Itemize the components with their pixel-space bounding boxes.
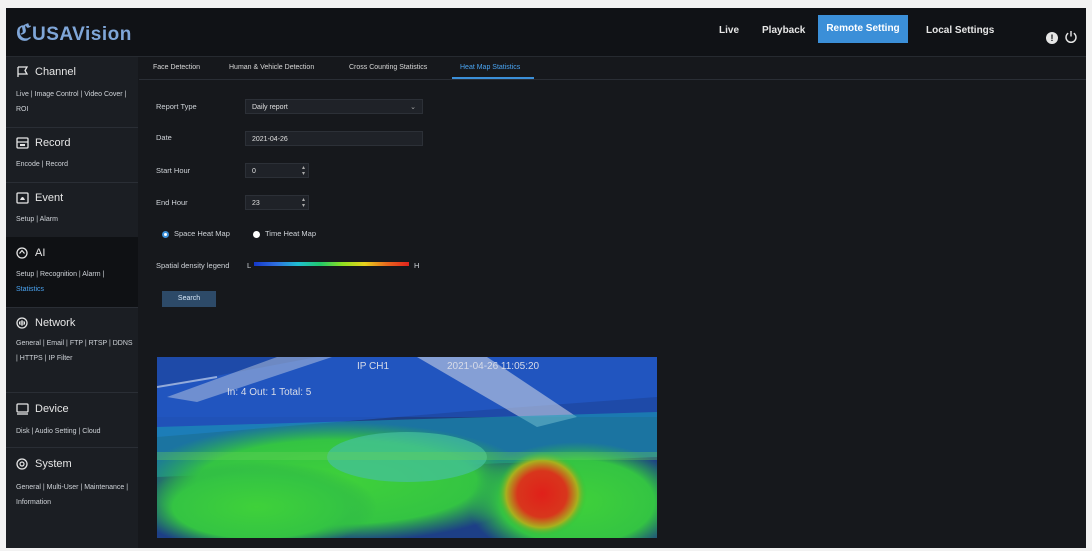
heat-map-graphic — [157, 357, 657, 538]
tab-cross-counting-statistics[interactable]: Cross Counting Statistics — [349, 64, 427, 71]
date-label: Date — [156, 133, 172, 142]
system-icon — [16, 458, 28, 470]
sidebar-link-statistics[interactable]: Statistics — [16, 286, 44, 293]
tab-human-vehicle-detection[interactable]: Human & Vehicle Detection — [229, 64, 314, 71]
osd-datetime: 2021-04-26 11:05:20 — [447, 361, 540, 372]
nav-live[interactable]: Live — [719, 25, 739, 36]
sidebar-section-event: Event Setup | Alarm — [6, 182, 138, 238]
tab-bar: Face Detection Human & Vehicle Detection… — [139, 57, 1086, 80]
active-tab-indicator — [452, 77, 534, 79]
sidebar-section-ai: AI Setup | Recognition | Alarm | Statist… — [6, 237, 138, 308]
power-icon[interactable] — [1064, 30, 1078, 44]
main-panel: Face Detection Human & Vehicle Detection… — [139, 57, 1086, 548]
end-hour-stepper[interactable]: 23 ▴ ▾ — [245, 195, 309, 210]
help-icon[interactable]: ! — [1046, 32, 1058, 44]
ai-icon — [16, 247, 28, 259]
device-icon — [16, 403, 29, 415]
radio-time-label: Time Heat Map — [265, 229, 316, 238]
report-type-value: Daily report — [252, 104, 288, 111]
radio-space-label: Space Heat Map — [174, 229, 230, 238]
network-icon — [16, 317, 28, 329]
legend-high-label: H — [414, 261, 420, 270]
end-hour-value: 23 — [252, 200, 260, 207]
spinner-arrows-icon[interactable]: ▴ ▾ — [302, 165, 305, 177]
sidebar-links-channel[interactable]: Live | Image Control | Video Cover | ROI — [16, 87, 136, 117]
radio-space-heat-map[interactable]: Space Heat Map — [162, 229, 230, 238]
sidebar-links-ai-text[interactable]: Setup | Recognition | Alarm | — [16, 271, 104, 278]
sidebar-section-system: System General | Multi-User | Maintenanc… — [6, 447, 138, 548]
sidebar-section-record: Record Encode | Record — [6, 127, 138, 183]
sidebar: Channel Live | Image Control | Video Cov… — [6, 57, 138, 548]
tab-face-detection[interactable]: Face Detection — [153, 64, 200, 71]
nav-remote-setting[interactable]: Remote Setting — [818, 15, 908, 43]
brand-logo: ℭUSAVision — [16, 20, 132, 45]
end-hour-label: End Hour — [156, 198, 188, 207]
event-icon — [16, 192, 29, 204]
tab-heat-map-statistics[interactable]: Heat Map Statistics — [460, 64, 520, 71]
radio-time-heat-map[interactable]: Time Heat Map — [253, 229, 316, 238]
search-button[interactable]: Search — [162, 291, 216, 307]
osd-counts: In: 4 Out: 1 Total: 5 — [227, 387, 312, 398]
sidebar-links-ai[interactable]: Setup | Recognition | Alarm | Statistics — [16, 267, 136, 297]
sidebar-links-network[interactable]: General | Email | FTP | RTSP | DDNS | HT… — [16, 336, 136, 366]
spinner-arrows-icon[interactable]: ▴ ▾ — [302, 197, 305, 209]
sidebar-section-network: Network General | Email | FTP | RTSP | D… — [6, 307, 138, 393]
start-hour-value: 0 — [252, 168, 256, 175]
sidebar-links-event[interactable]: Setup | Alarm — [16, 212, 136, 227]
channel-icon — [17, 66, 29, 77]
date-field[interactable]: 2021-04-26 — [245, 131, 423, 146]
radio-unselected-icon — [253, 230, 260, 238]
density-legend-bar — [254, 262, 409, 266]
legend-label: Spatial density legend — [156, 261, 230, 270]
start-hour-stepper[interactable]: 0 ▴ ▾ — [245, 163, 309, 178]
nav-playback[interactable]: Playback — [762, 25, 805, 36]
sidebar-links-device[interactable]: Disk | Audio Setting | Cloud — [16, 424, 136, 439]
report-type-label: Report Type — [156, 102, 197, 111]
sidebar-links-record[interactable]: Encode | Record — [16, 157, 136, 172]
radio-selected-icon — [162, 230, 169, 238]
record-icon — [16, 137, 29, 149]
osd-channel: IP CH1 — [357, 361, 390, 372]
sidebar-section-device: Device Disk | Audio Setting | Cloud — [6, 392, 138, 448]
top-bar: ℭUSAVision Live Playback Remote Setting … — [6, 8, 1086, 57]
sidebar-section-channel: Channel Live | Image Control | Video Cov… — [6, 57, 138, 128]
heat-map-image: IP CH1 2021-04-26 11:05:20 In: 4 Out: 1 … — [157, 357, 657, 538]
start-hour-label: Start Hour — [156, 166, 191, 175]
nav-local-settings[interactable]: Local Settings — [926, 25, 994, 36]
chevron-down-icon: ⌄ — [410, 104, 416, 111]
report-type-select[interactable]: Daily report ⌄ — [245, 99, 423, 114]
sidebar-links-system[interactable]: General | Multi-User | Maintenance | Inf… — [16, 480, 136, 510]
legend-low-label: L — [247, 261, 252, 270]
app-window: ℭUSAVision Live Playback Remote Setting … — [6, 8, 1086, 548]
